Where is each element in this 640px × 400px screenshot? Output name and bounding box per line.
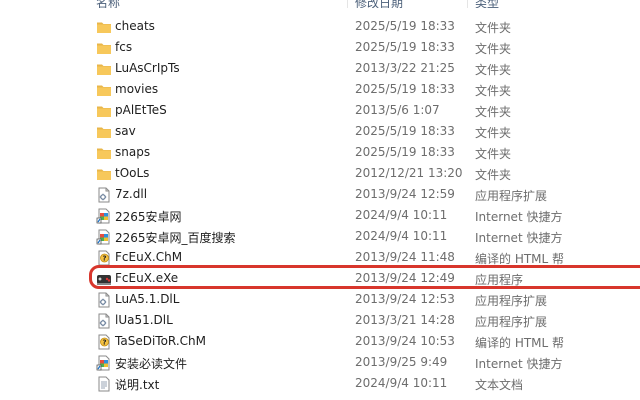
file-row[interactable]: FcEuX.eXe 2013/9/24 12:49 应用程序 bbox=[0, 268, 640, 289]
internet-shortcut-icon bbox=[96, 355, 112, 371]
text-file-icon bbox=[96, 376, 112, 392]
folder-icon bbox=[96, 145, 112, 161]
file-type: 文件夹 bbox=[475, 84, 512, 98]
file-row[interactable]: 7z.dll 2013/9/24 12:59 应用程序扩展 bbox=[0, 184, 640, 205]
folder-icon bbox=[96, 124, 112, 140]
file-name: 说明.txt bbox=[115, 378, 160, 392]
file-date: 2024/9/4 10:11 bbox=[355, 208, 448, 222]
file-type: 文件夹 bbox=[475, 105, 512, 119]
file-name: 安装必读文件 bbox=[115, 357, 188, 371]
file-name: FcEuX.eXe bbox=[115, 271, 179, 285]
file-type: 文件夹 bbox=[475, 147, 512, 161]
file-row[interactable]: tOoLs 2012/12/21 13:20 文件夹 bbox=[0, 163, 640, 184]
file-date: 2013/9/24 11:48 bbox=[355, 250, 455, 264]
file-name: TaSeDiToR.ChM bbox=[115, 334, 206, 348]
file-row[interactable]: 说明.txt 2024/9/4 10:11 文本文档 bbox=[0, 373, 640, 394]
file-type: 文件夹 bbox=[475, 63, 512, 77]
header-type[interactable]: 类型 bbox=[475, 0, 499, 8]
header-date[interactable]: 修改日期 bbox=[355, 0, 403, 8]
file-name: cheats bbox=[115, 19, 155, 33]
file-date: 2013/9/25 9:49 bbox=[355, 355, 448, 369]
file-name: pAlEtTeS bbox=[115, 103, 167, 117]
file-date: 2024/9/4 10:11 bbox=[355, 376, 448, 390]
file-date: 2013/9/24 10:53 bbox=[355, 334, 455, 348]
file-date: 2012/12/21 13:20 bbox=[355, 166, 463, 180]
file-date: 2025/5/19 18:33 bbox=[355, 82, 455, 96]
file-row[interactable]: snaps 2025/5/19 18:33 文件夹 bbox=[0, 142, 640, 163]
file-name: fcs bbox=[115, 40, 133, 54]
file-name: LuA5.1.DlL bbox=[115, 292, 180, 306]
chm-help-icon: ? bbox=[96, 250, 112, 266]
file-name: 7z.dll bbox=[115, 187, 148, 201]
internet-shortcut-icon bbox=[96, 229, 112, 245]
file-type: Internet 快捷方 bbox=[475, 357, 563, 371]
chm-help-icon: ? bbox=[96, 334, 112, 350]
dll-file-icon bbox=[96, 187, 112, 203]
dll-file-icon bbox=[96, 292, 112, 308]
svg-text:?: ? bbox=[102, 255, 106, 263]
header-name[interactable]: 名称 bbox=[96, 0, 120, 8]
file-row[interactable]: LuA5.1.DlL 2013/9/24 12:53 应用程序扩展 bbox=[0, 289, 640, 310]
file-row[interactable]: 2265安卓网_百度搜索 2024/9/4 10:11 Internet 快捷方 bbox=[0, 226, 640, 247]
file-row[interactable]: lUa51.DlL 2013/3/21 14:28 应用程序扩展 bbox=[0, 310, 640, 331]
svg-text:?: ? bbox=[102, 339, 106, 347]
header-separator[interactable] bbox=[347, 0, 348, 8]
file-type: 文件夹 bbox=[475, 168, 512, 182]
file-row[interactable]: cheats 2025/5/19 18:33 文件夹 bbox=[0, 16, 640, 37]
file-row[interactable]: 安装必读文件 2013/9/25 9:49 Internet 快捷方 bbox=[0, 352, 640, 373]
folder-icon bbox=[96, 166, 112, 182]
file-type: 应用程序 bbox=[475, 273, 524, 287]
file-name: sav bbox=[115, 124, 136, 138]
file-type: 文件夹 bbox=[475, 42, 512, 56]
file-date: 2025/5/19 18:33 bbox=[355, 40, 455, 54]
file-row[interactable]: fcs 2025/5/19 18:33 文件夹 bbox=[0, 37, 640, 58]
file-type: 应用程序扩展 bbox=[475, 315, 548, 329]
file-type: 文件夹 bbox=[475, 126, 512, 140]
folder-icon bbox=[96, 103, 112, 119]
internet-shortcut-icon bbox=[96, 208, 112, 224]
file-name: tOoLs bbox=[115, 166, 150, 180]
file-date: 2013/9/24 12:53 bbox=[355, 292, 455, 306]
file-date: 2025/5/19 18:33 bbox=[355, 145, 455, 159]
file-type: Internet 快捷方 bbox=[475, 210, 563, 224]
file-type: 应用程序扩展 bbox=[475, 189, 548, 203]
file-name: 2265安卓网_百度搜索 bbox=[115, 231, 236, 245]
file-date: 2013/9/24 12:49 bbox=[355, 271, 455, 285]
file-row[interactable]: ? FcEuX.ChM 2013/9/24 11:48 编译的 HTML 帮 bbox=[0, 247, 640, 268]
file-type: 文本文档 bbox=[475, 378, 524, 392]
file-list: cheats 2025/5/19 18:33 文件夹 fcs 2025/5/19 18:… bbox=[0, 16, 640, 394]
file-name: LuAsCrIpTs bbox=[115, 61, 180, 75]
folder-icon bbox=[96, 40, 112, 56]
file-date: 2013/5/6 1:07 bbox=[355, 103, 440, 117]
file-date: 2013/9/24 12:59 bbox=[355, 187, 455, 201]
fceux-app-icon bbox=[96, 271, 112, 287]
file-name: lUa51.DlL bbox=[115, 313, 173, 327]
file-row[interactable]: sav 2025/5/19 18:33 文件夹 bbox=[0, 121, 640, 142]
file-date: 2024/9/4 10:11 bbox=[355, 229, 448, 243]
file-row[interactable]: 2265安卓网 2024/9/4 10:11 Internet 快捷方 bbox=[0, 205, 640, 226]
file-type: 编译的 HTML 帮 bbox=[475, 252, 565, 266]
file-date: 2013/3/21 14:28 bbox=[355, 313, 455, 327]
file-row[interactable]: movies 2025/5/19 18:33 文件夹 bbox=[0, 79, 640, 100]
file-date: 2025/5/19 18:33 bbox=[355, 124, 455, 138]
file-name: snaps bbox=[115, 145, 151, 159]
file-date: 2025/5/19 18:33 bbox=[355, 19, 455, 33]
file-type: 文件夹 bbox=[475, 21, 512, 35]
file-name: FcEuX.ChM bbox=[115, 250, 183, 264]
folder-icon bbox=[96, 19, 112, 35]
folder-icon bbox=[96, 61, 112, 77]
file-type: 编译的 HTML 帮 bbox=[475, 336, 565, 350]
column-header: 名称 修改日期 类型 bbox=[0, 0, 640, 8]
file-row[interactable]: pAlEtTeS 2013/5/6 1:07 文件夹 bbox=[0, 100, 640, 121]
file-date: 2013/3/22 21:25 bbox=[355, 61, 455, 75]
file-row[interactable]: LuAsCrIpTs 2013/3/22 21:25 文件夹 bbox=[0, 58, 640, 79]
file-row[interactable]: ? TaSeDiToR.ChM 2013/9/24 10:53 编译的 HTML 帮 bbox=[0, 331, 640, 352]
file-type: Internet 快捷方 bbox=[475, 231, 563, 245]
dll-file-icon bbox=[96, 313, 112, 329]
header-separator[interactable] bbox=[467, 0, 468, 8]
file-name: 2265安卓网 bbox=[115, 210, 182, 224]
file-type: 应用程序扩展 bbox=[475, 294, 548, 308]
folder-icon bbox=[96, 82, 112, 98]
file-name: movies bbox=[115, 82, 159, 96]
